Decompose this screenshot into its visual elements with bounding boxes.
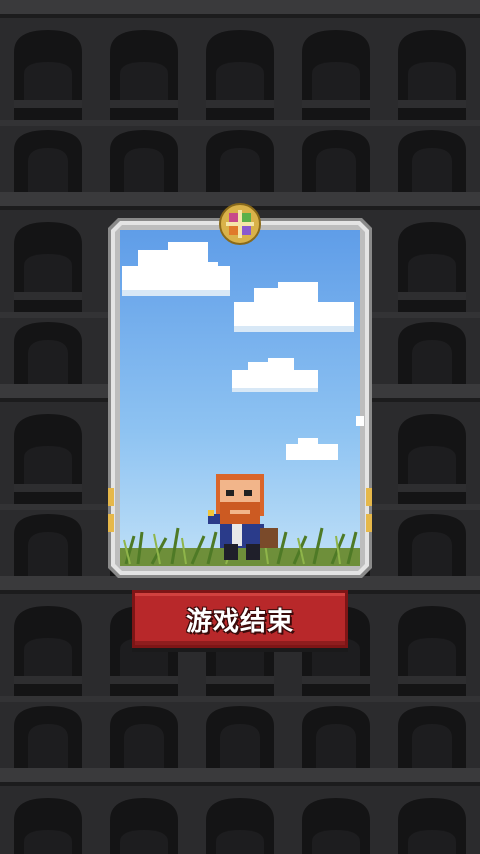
card-artwork bbox=[108, 218, 372, 578]
character-card bbox=[108, 218, 372, 578]
game-over-label: 游戏结束 bbox=[185, 606, 294, 637]
game-over-button[interactable]: 游戏结束 bbox=[132, 590, 348, 648]
colorful-gem-icon bbox=[219, 203, 261, 245]
